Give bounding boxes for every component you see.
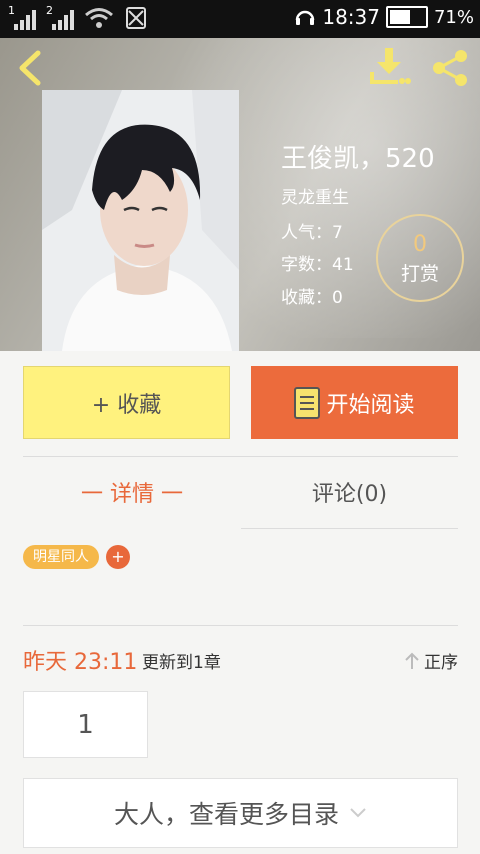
- tip-button[interactable]: 0 打赏: [376, 214, 464, 302]
- signal-icon-sim2: 2: [46, 4, 74, 30]
- no-sim-icon: [126, 7, 146, 29]
- chapter-item[interactable]: 1: [23, 691, 148, 758]
- battery-fill: [389, 10, 411, 24]
- book-category: 灵龙重生: [281, 188, 349, 208]
- download-icon[interactable]: [368, 46, 412, 86]
- add-tag-button[interactable]: +: [106, 545, 130, 569]
- back-arrow-icon[interactable]: [14, 50, 46, 86]
- book-header: 王俊凯，520 灵龙重生 人气：7 字数：41 收藏：0 0 打赏: [0, 38, 480, 351]
- wifi-icon: [85, 8, 113, 28]
- more-catalog-label: 大人，查看更多目录: [113, 800, 339, 829]
- battery-percent: 71%: [433, 6, 474, 28]
- tab-underline: [241, 528, 458, 529]
- update-time: 昨天 23:11: [23, 650, 138, 675]
- signal-icon-sim1: 1: [8, 4, 36, 30]
- clock: 18:37: [322, 5, 380, 29]
- update-text: 更新到1章: [142, 653, 221, 673]
- tip-count: 0: [413, 232, 427, 257]
- sort-order-button[interactable]: 正序: [404, 648, 458, 673]
- headset-icon: [296, 10, 315, 25]
- more-catalog-button[interactable]: 大人，查看更多目录: [23, 778, 458, 848]
- tab-comments[interactable]: 评论(0): [241, 462, 458, 528]
- book-icon: [294, 386, 321, 419]
- divider: [23, 456, 458, 457]
- sort-order-label: 正序: [424, 653, 458, 673]
- status-bar: 1 2 18:37 71%: [0, 0, 480, 38]
- chevron-down-icon: [350, 808, 366, 818]
- battery-icon: [385, 6, 428, 28]
- share-icon[interactable]: [430, 48, 470, 88]
- book-favorites: 收藏：0: [281, 288, 343, 308]
- book-cover-image: [42, 90, 239, 351]
- start-reading-label: 开始阅读: [326, 392, 415, 418]
- tip-label: 打赏: [400, 263, 439, 285]
- favorite-button[interactable]: + 收藏: [23, 366, 230, 439]
- arrow-up-icon: [405, 652, 419, 669]
- book-word-count: 字数：41: [281, 255, 354, 275]
- start-reading-button[interactable]: 开始阅读: [251, 366, 458, 439]
- tag-chip[interactable]: 明星同人: [23, 545, 99, 569]
- book-popularity: 人气：7: [281, 223, 343, 243]
- tab-details[interactable]: 一 详情 一: [23, 462, 241, 528]
- book-title: 王俊凯，520: [281, 144, 435, 174]
- favorite-label: + 收藏: [91, 392, 162, 418]
- divider: [23, 625, 458, 626]
